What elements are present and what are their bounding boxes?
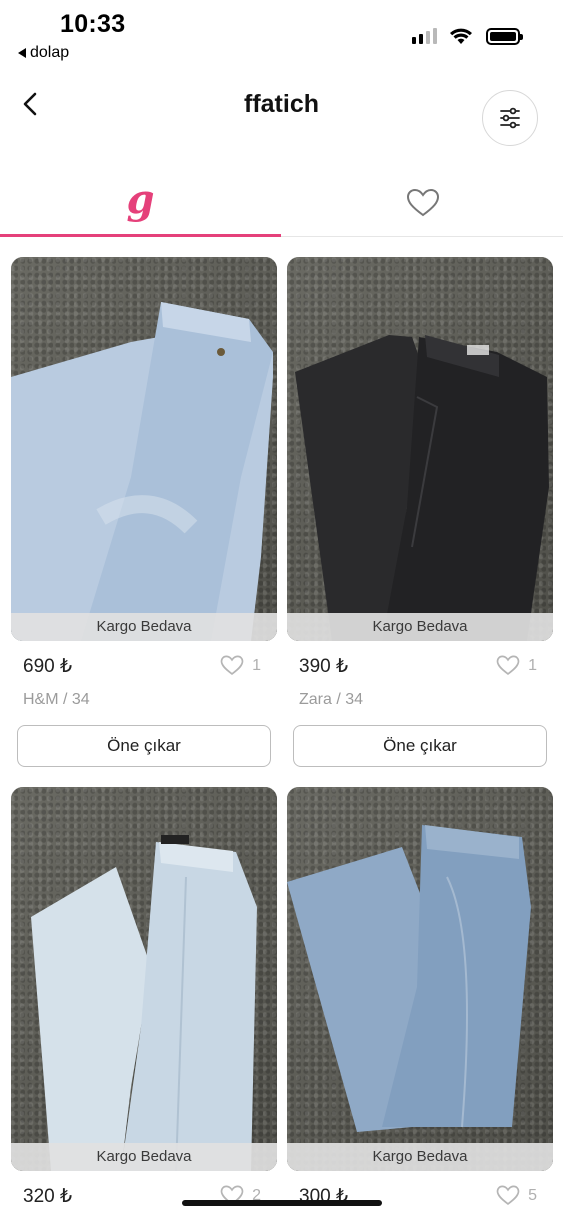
back-app-label: dolap	[30, 44, 70, 61]
back-triangle-icon	[18, 48, 26, 58]
pale-jeans-image	[31, 835, 257, 1171]
home-indicator[interactable]	[182, 1200, 382, 1206]
product-card[interactable]: Kargo Bedava 690 ₺ 1 H&M / 34 Öne çıkar	[11, 257, 277, 767]
like-button[interactable]: 1	[496, 655, 537, 676]
heart-icon	[220, 655, 244, 675]
heart-icon	[496, 655, 520, 675]
page-title: ffatich	[244, 90, 319, 118]
battery-icon	[486, 28, 523, 45]
heart-icon	[496, 1185, 520, 1205]
brand-size: Zara / 34	[299, 691, 364, 708]
black-jeans-image	[295, 335, 549, 641]
tab-closet[interactable]: g	[0, 170, 281, 236]
product-price: 690 ₺	[23, 656, 73, 677]
like-button[interactable]: 1	[220, 655, 261, 676]
sliders-icon	[500, 107, 520, 129]
header: ffatich	[0, 80, 563, 155]
like-count: 1	[528, 656, 537, 674]
like-count: 1	[252, 656, 261, 674]
cellular-signal-icon	[412, 28, 437, 44]
status-bar: 10:33 dolap	[0, 0, 563, 70]
product-card[interactable]: Kargo Bedava 390 ₺ 1 Zara / 34 Öne çıkar	[287, 257, 553, 767]
like-button[interactable]: 5	[496, 1185, 537, 1206]
profile-tabs: g	[0, 170, 563, 237]
product-photo[interactable]: Kargo Bedava	[287, 787, 553, 1171]
dolap-g-logo-icon: g	[126, 176, 155, 223]
brand-size: H&M / 34	[23, 691, 90, 708]
promote-button[interactable]: Öne çıkar	[293, 725, 547, 767]
wifi-icon	[450, 28, 472, 44]
product-price: 320 ₺	[23, 1186, 73, 1207]
product-photo[interactable]: Kargo Bedava	[287, 257, 553, 641]
product-card[interactable]: Kargo Bedava 300 ₺ 5	[287, 787, 553, 1219]
promote-button[interactable]: Öne çıkar	[17, 725, 271, 767]
free-shipping-ribbon: Kargo Bedava	[11, 1143, 277, 1171]
free-shipping-ribbon: Kargo Bedava	[287, 1143, 553, 1171]
heart-icon	[406, 188, 439, 217]
filter-button[interactable]	[482, 90, 538, 146]
product-price: 390 ₺	[299, 656, 349, 677]
free-shipping-ribbon: Kargo Bedava	[287, 613, 553, 641]
mid-blue-jeans-image	[287, 825, 531, 1132]
tab-favorites[interactable]	[282, 170, 563, 236]
product-photo[interactable]: Kargo Bedava	[11, 257, 277, 641]
back-to-app-link[interactable]: dolap	[18, 44, 69, 62]
free-shipping-ribbon: Kargo Bedava	[11, 613, 277, 641]
product-card[interactable]: Kargo Bedava 320 ₺ 2	[11, 787, 277, 1219]
light-jeans-image	[11, 302, 273, 641]
active-tab-indicator	[0, 234, 281, 237]
like-count: 5	[528, 1186, 537, 1204]
product-photo[interactable]: Kargo Bedava	[11, 787, 277, 1171]
status-time: 10:33	[60, 10, 126, 38]
